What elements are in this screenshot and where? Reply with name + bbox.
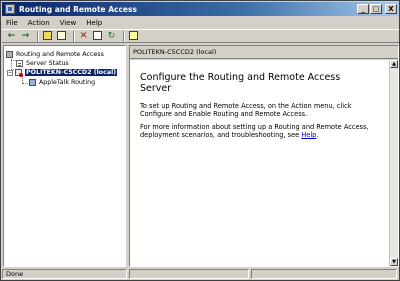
menu-file[interactable]: File <box>6 19 18 27</box>
status-text: Done <box>2 269 127 279</box>
collapse-icon[interactable]: − <box>7 69 13 76</box>
server-stopped-icon <box>15 69 23 77</box>
show-tree-icon[interactable] <box>56 30 67 42</box>
setup-instructions: To set up Routing and Remote Access, on … <box>140 102 352 118</box>
back-icon[interactable]: ← <box>6 31 17 42</box>
menu-help[interactable]: Help <box>86 19 102 27</box>
toolbar-separator <box>73 30 75 42</box>
details-pane: POLITEKN-C5CCD2 (local) Configure the Ro… <box>129 45 399 267</box>
forward-icon[interactable]: → <box>20 31 31 42</box>
title-bar[interactable]: Routing and Remote Access _ □ X <box>2 2 399 16</box>
tree-item-server-status-label: Server Status <box>26 60 69 67</box>
tree-item-appletalk-label: AppleTalk Routing <box>39 79 96 86</box>
more-info-prefix: For more information about setting up a … <box>140 123 369 139</box>
tree-item-server-status[interactable]: Server Status <box>16 59 69 68</box>
details-pane-header: POLITEKN-C5CCD2 (local) <box>130 46 398 59</box>
toolbar-separator <box>123 30 125 42</box>
window-title: Routing and Remote Access <box>19 4 137 14</box>
status-pane-2 <box>129 269 249 279</box>
scroll-down-icon[interactable]: ▼ <box>390 258 398 266</box>
toolbar: ← → ✕ ↻ <box>2 29 399 43</box>
more-info-suffix: . <box>316 131 319 139</box>
tree-item-appletalk[interactable]: AppleTalk Routing <box>29 78 95 87</box>
console-tree[interactable]: Routing and Remote Access Server Status … <box>3 45 126 267</box>
properties-icon[interactable] <box>92 30 103 42</box>
help-link[interactable]: Help <box>301 131 316 139</box>
help-icon[interactable] <box>128 30 139 42</box>
tree-item-server[interactable]: − POLITEKN-C5CCD2 (local) <box>7 68 118 77</box>
menu-bar: File Action View Help <box>2 17 399 28</box>
menu-action[interactable]: Action <box>28 19 50 27</box>
refresh-icon[interactable]: ↻ <box>106 31 117 42</box>
app-icon[interactable] <box>5 4 15 14</box>
vertical-scrollbar[interactable]: ▲ ▼ <box>389 60 398 266</box>
close-button[interactable]: X <box>385 4 397 14</box>
caption-buttons: _ □ X <box>356 4 397 14</box>
tree-item-root-label: Routing and Remote Access <box>16 51 104 58</box>
minimize-button[interactable]: _ <box>357 4 369 14</box>
application-window: Routing and Remote Access _ □ X File Act… <box>0 0 400 281</box>
details-pane-body: Configure the Routing and Remote Access … <box>130 60 390 266</box>
appletalk-routing-icon <box>29 79 36 86</box>
routing-server-icon <box>6 51 13 58</box>
status-bar: Done <box>2 268 399 280</box>
delete-icon[interactable]: ✕ <box>78 31 89 42</box>
status-pane-3 <box>251 269 397 279</box>
configure-heading: Configure the Routing and Remote Access … <box>140 72 341 94</box>
maximize-button[interactable]: □ <box>370 4 382 14</box>
up-folder-icon[interactable] <box>42 30 53 42</box>
tree-connector <box>22 83 28 84</box>
tree-item-root[interactable]: Routing and Remote Access <box>6 50 104 59</box>
toolbar-separator <box>37 30 39 42</box>
menu-view[interactable]: View <box>60 19 77 27</box>
more-info-text: For more information about setting up a … <box>140 123 378 139</box>
tree-item-server-label: POLITEKN-C5CCD2 (local) <box>25 69 118 76</box>
server-status-icon <box>16 60 23 67</box>
scroll-up-icon[interactable]: ▲ <box>390 60 398 68</box>
